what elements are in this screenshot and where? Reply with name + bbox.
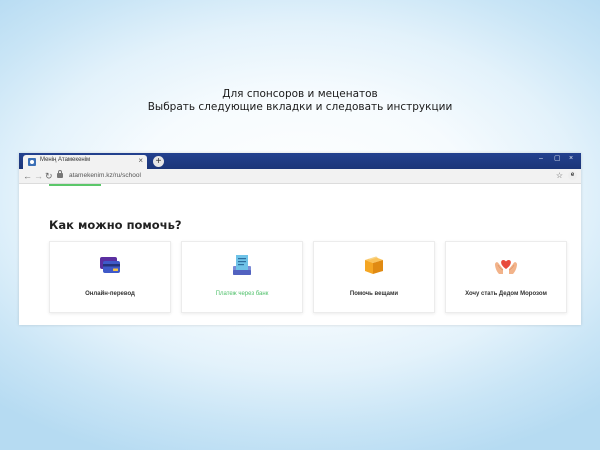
card-label: Помочь вещами (349, 291, 399, 297)
browser-tab[interactable]: Менің Атамекенім × (23, 155, 147, 169)
card-label: Хочу стать Дедом Морозом (465, 291, 547, 297)
caption-line-2: Выбрать следующие вкладки и следовать ин… (147, 101, 453, 113)
page-header-accent (49, 184, 101, 186)
card-bank-payment[interactable]: Платеж через банк (181, 241, 303, 313)
card-donate-items[interactable]: Помочь вещами (313, 241, 435, 313)
lock-icon (57, 170, 63, 178)
arrow-left-icon[interactable]: ← (23, 170, 32, 182)
tab-title: Менің Атамекенім (40, 157, 91, 163)
hands-heart-icon (495, 260, 517, 274)
card-label: Платеж через банк (215, 291, 269, 297)
tab-close-icon[interactable]: × (138, 156, 143, 166)
browser-screenshot: Менің Атамекенім × + ‒ ▢ × ← → ↻ atameke… (19, 153, 581, 325)
star-icon[interactable]: ☆ (556, 170, 563, 182)
browser-toolbar: ← → ↻ atamekenim.kz/ru/school ☆ e (19, 169, 581, 184)
reload-icon[interactable]: ↻ (45, 170, 53, 182)
site-favicon-icon (28, 158, 36, 166)
extension-icon[interactable]: e (568, 171, 577, 180)
caption-line-1: Для спонсоров и меценатов (222, 88, 378, 100)
arrow-right-icon[interactable]: → (34, 170, 43, 182)
new-tab-button[interactable]: + (153, 156, 164, 167)
card-label: Онлайн-перевод (85, 291, 135, 297)
browser-titlebar: Менің Атамекенім × + ‒ ▢ × (19, 153, 581, 169)
page-title: Как можно помочь? (49, 218, 182, 232)
maximize-icon[interactable]: ▢ (554, 154, 561, 164)
box-icon (365, 256, 383, 274)
card-online-transfer[interactable]: Онлайн-перевод (49, 241, 171, 313)
credit-cards-icon (100, 257, 120, 273)
close-window-icon[interactable]: × (569, 154, 573, 164)
slide-caption: Для спонсоров и меценатов Выбрать следую… (0, 88, 600, 114)
minimize-icon[interactable]: ‒ (539, 154, 543, 164)
address-bar[interactable]: atamekenim.kz/ru/school (69, 171, 141, 181)
bank-receipt-icon (233, 255, 251, 275)
card-ded-moroz[interactable]: Хочу стать Дедом Морозом (445, 241, 567, 313)
